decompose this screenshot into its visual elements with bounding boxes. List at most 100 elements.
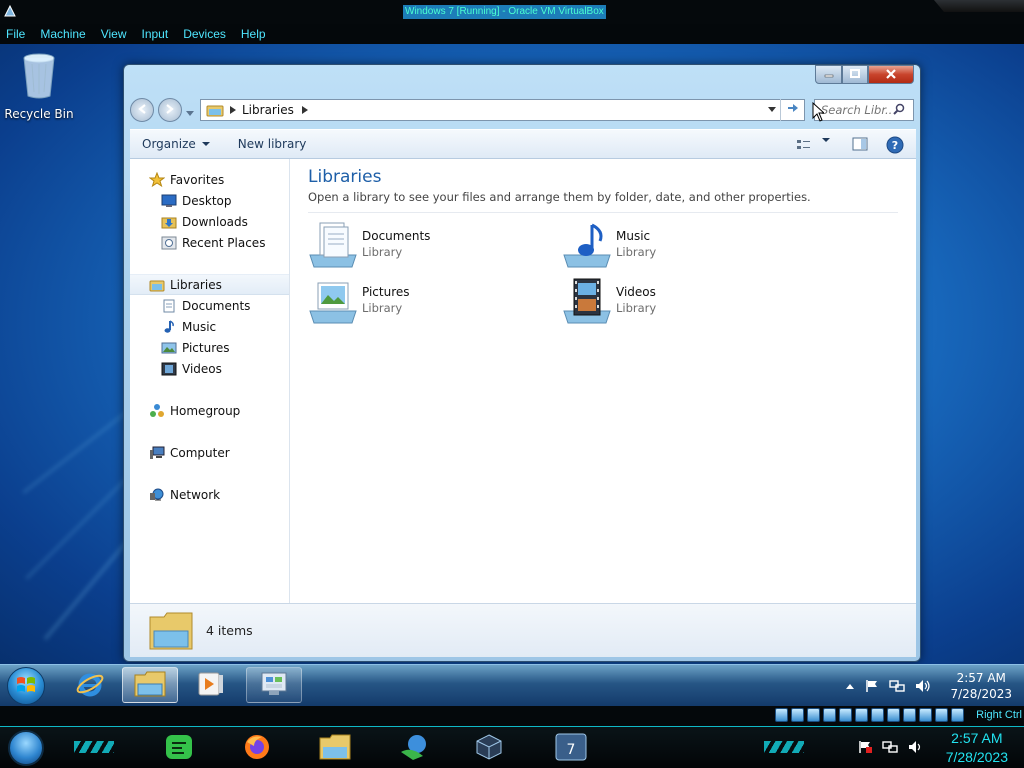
search-box[interactable] — [814, 99, 914, 121]
menu-devices[interactable]: Devices — [183, 27, 226, 41]
host-flag-alert-icon[interactable] — [858, 740, 872, 754]
menu-machine[interactable]: Machine — [40, 27, 85, 41]
address-bar[interactable]: Libraries — [200, 99, 805, 121]
recycle-bin-shortcut[interactable]: Recycle Bin — [4, 52, 74, 121]
host-time: 2:57 AM — [951, 730, 1003, 746]
cpu-indicator-icon[interactable] — [903, 708, 916, 722]
host-network-icon[interactable] — [882, 740, 898, 754]
host-folder-icon — [319, 733, 351, 764]
library-item-documents[interactable]: Documents Library — [308, 221, 528, 271]
menu-input[interactable]: Input — [142, 27, 169, 41]
host-taskbar-explorer[interactable] — [314, 731, 356, 765]
nav-videos[interactable]: Videos — [130, 358, 289, 379]
nav-desktop[interactable]: Desktop — [130, 190, 289, 211]
menu-file[interactable]: File — [6, 27, 25, 41]
nav-recent-places-label: Recent Places — [182, 235, 266, 250]
menu-help[interactable]: Help — [241, 27, 266, 41]
nav-downloads[interactable]: Downloads — [130, 211, 289, 232]
refresh-button[interactable] — [780, 99, 804, 121]
taskbar-control-panel[interactable] — [246, 667, 302, 703]
recent-pages-chevron-icon[interactable] — [186, 106, 194, 120]
network-tray-icon[interactable] — [889, 679, 906, 693]
organize-button[interactable]: Organize — [142, 137, 210, 151]
display-indicator-icon[interactable] — [871, 708, 884, 722]
nav-homegroup[interactable]: Homegroup — [130, 400, 289, 421]
back-button[interactable] — [130, 98, 154, 122]
host-volume-icon[interactable] — [908, 740, 924, 754]
library-item-videos[interactable]: Videos Library — [562, 277, 782, 327]
network-icon — [148, 487, 166, 503]
videos-library-icon — [562, 277, 612, 325]
keyboard-indicator-icon[interactable] — [935, 708, 948, 722]
star-icon — [148, 171, 166, 188]
search-input[interactable] — [821, 103, 893, 117]
start-button[interactable] — [7, 667, 45, 705]
taskbar-decoration — [764, 741, 804, 753]
explorer-window: Libraries Organize New library — [123, 64, 921, 662]
library-item-pictures[interactable]: Pictures Library — [308, 277, 528, 327]
svg-text:7: 7 — [567, 742, 576, 758]
taskbar-internet-explorer[interactable] — [62, 667, 118, 703]
recording-indicator-icon[interactable] — [887, 708, 900, 722]
menu-view[interactable]: View — [101, 27, 127, 41]
nav-network[interactable]: Network — [130, 484, 289, 505]
help-button[interactable]: ? — [886, 136, 904, 157]
host-start-button[interactable] — [8, 730, 44, 766]
network-indicator-icon[interactable] — [823, 708, 836, 722]
breadcrumb-libraries[interactable]: Libraries — [242, 103, 294, 117]
breadcrumb-separator-icon[interactable] — [230, 106, 236, 114]
nav-computer[interactable]: Computer — [130, 442, 289, 463]
optical-drive-indicator-icon[interactable] — [791, 708, 804, 722]
preview-pane-button[interactable] — [852, 137, 868, 154]
host-clock[interactable]: 2:57 AM 7/28/2023 — [946, 729, 1008, 767]
taskbar-media-player[interactable] — [182, 667, 238, 703]
capture-indicator-icon[interactable] — [951, 708, 964, 722]
nav-music[interactable]: Music — [130, 316, 289, 337]
command-bar: Organize New library ? — [130, 129, 916, 159]
close-button[interactable] — [868, 65, 914, 84]
audio-indicator-icon[interactable] — [807, 708, 820, 722]
minimize-button[interactable] — [815, 65, 842, 84]
nav-recent-places[interactable]: Recent Places — [130, 232, 289, 253]
taskbar-decoration — [74, 741, 114, 753]
nav-documents[interactable]: Documents — [130, 295, 289, 316]
forward-button[interactable] — [158, 98, 182, 122]
guest-taskbar: 2:57 AM 7/28/2023 — [0, 664, 1024, 706]
host-taskbar-download-manager[interactable] — [394, 731, 436, 765]
pictures-icon — [160, 340, 178, 356]
breadcrumb-separator-icon[interactable] — [301, 106, 308, 114]
documents-icon — [160, 298, 178, 314]
shared-folders-indicator-icon[interactable] — [855, 708, 868, 722]
hard-disk-indicator-icon[interactable] — [775, 708, 788, 722]
usb-indicator-icon[interactable] — [839, 708, 852, 722]
windows-logo-icon — [15, 674, 37, 699]
nav-pictures[interactable]: Pictures — [130, 337, 289, 358]
library-item-type: Library — [616, 301, 657, 315]
guest-clock[interactable]: 2:57 AM 7/28/2023 — [950, 670, 1012, 702]
library-item-name: Documents — [362, 229, 431, 243]
window-title: Windows 7 [Running] - Oracle VM VirtualB… — [403, 5, 606, 19]
new-library-button[interactable]: New library — [238, 137, 307, 151]
maximize-button[interactable] — [842, 65, 868, 84]
address-dropdown-icon[interactable] — [768, 107, 776, 113]
host-taskbar-app-1[interactable] — [158, 731, 200, 765]
library-item-music[interactable]: Music Library — [562, 221, 782, 271]
change-view-button[interactable] — [796, 138, 830, 155]
show-hidden-icons-icon[interactable] — [845, 682, 855, 690]
homegroup-icon — [148, 403, 166, 419]
taskbar-windows-explorer[interactable] — [122, 667, 178, 703]
nav-favorites[interactable]: Favorites — [130, 169, 289, 190]
host-taskbar-virtualbox[interactable] — [468, 731, 510, 765]
nav-libraries[interactable]: Libraries — [130, 274, 289, 295]
volume-icon[interactable] — [915, 679, 931, 693]
action-center-flag-icon[interactable] — [865, 679, 879, 693]
internet-explorer-icon — [75, 669, 105, 702]
host-taskbar-firefox[interactable] — [236, 731, 278, 765]
search-icon[interactable] — [893, 103, 905, 118]
host-taskbar-vm-window[interactable]: 7 — [550, 731, 592, 765]
title-decoration — [934, 0, 1024, 12]
mouse-integration-indicator-icon[interactable] — [919, 708, 932, 722]
